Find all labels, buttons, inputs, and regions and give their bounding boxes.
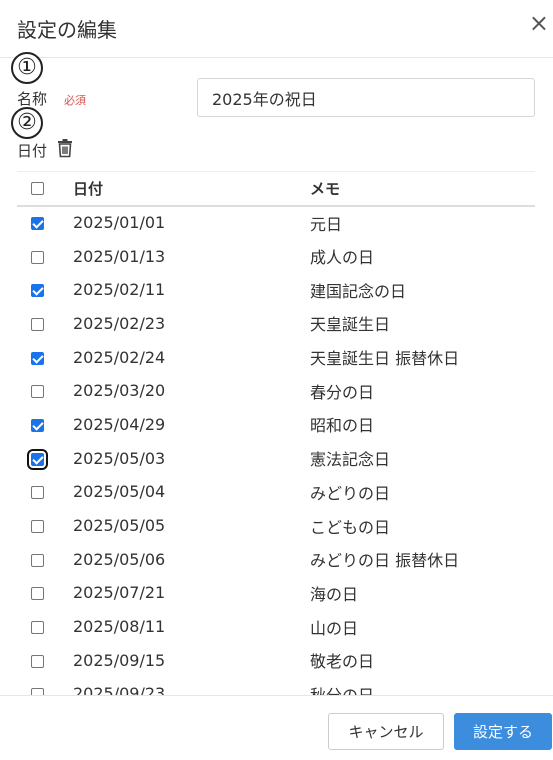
table-row[interactable]: 2025/08/11 山の日: [17, 610, 535, 644]
row-date: 2025/01/13: [73, 246, 166, 266]
row-checkbox[interactable]: [31, 621, 44, 635]
row-date: 2025/05/06: [73, 549, 166, 569]
row-date: 2025/02/24: [73, 347, 166, 367]
row-memo: みどりの日: [310, 483, 391, 503]
column-header-memo: メモ: [310, 179, 341, 198]
table-header-row: 日付 メモ: [17, 171, 535, 206]
required-badge: 必須: [64, 94, 86, 107]
annotation-marker-2: ②: [11, 107, 43, 139]
annotation-marker-1: ①: [11, 52, 43, 84]
select-all-checkbox[interactable]: [31, 182, 44, 196]
row-checkbox[interactable]: [31, 654, 44, 668]
row-checkbox[interactable]: [31, 250, 44, 264]
row-checkbox[interactable]: [31, 418, 44, 432]
row-memo: 昭和の日: [310, 416, 375, 436]
row-memo: 成人の日: [310, 248, 375, 268]
row-checkbox[interactable]: [31, 486, 44, 500]
table-row[interactable]: 2025/05/03 憲法記念日: [17, 441, 535, 475]
dates-table-scroll[interactable]: 日付 メモ 2025/01/01 元日 2025/01/13 成人の日 2025/02/…: [17, 171, 535, 695]
row-date: 2025/07/21: [73, 583, 166, 603]
table-row[interactable]: 2025/01/13 成人の日: [17, 239, 535, 273]
table-row[interactable]: 2025/09/15 敬老の日: [17, 643, 535, 677]
table-row[interactable]: 2025/05/06 みどりの日 振替休日: [17, 542, 535, 576]
table-row[interactable]: 2025/05/04 みどりの日: [17, 475, 535, 509]
column-header-date: 日付: [73, 179, 104, 198]
row-checkbox[interactable]: [31, 317, 44, 331]
row-checkbox[interactable]: [31, 587, 44, 601]
date-section-label: 日付: [17, 142, 48, 160]
row-checkbox[interactable]: [31, 553, 44, 567]
row-memo: 敬老の日: [310, 652, 375, 672]
submit-button[interactable]: 設定する: [454, 713, 552, 750]
row-memo: 建国記念の日: [310, 281, 407, 301]
row-date: 2025/04/29: [73, 414, 166, 434]
row-date: 2025/09/23: [73, 684, 166, 695]
close-icon[interactable]: ×: [529, 11, 549, 35]
cancel-button[interactable]: キャンセル: [328, 713, 444, 750]
table-row[interactable]: 2025/02/24 天皇誕生日 振替休日: [17, 340, 535, 374]
row-date: 2025/05/05: [73, 516, 166, 536]
row-memo: 天皇誕生日: [310, 315, 391, 335]
table-row[interactable]: 2025/05/05 こどもの日: [17, 509, 535, 543]
name-input[interactable]: [197, 78, 535, 117]
dialog-title: 設定の編集: [17, 18, 117, 42]
row-memo: 海の日: [310, 584, 359, 604]
row-checkbox[interactable]: [31, 351, 44, 365]
row-memo: 憲法記念日: [310, 450, 391, 470]
row-checkbox[interactable]: [31, 385, 44, 399]
row-date: 2025/08/11: [73, 617, 166, 637]
table-row[interactable]: 2025/01/01 元日: [17, 206, 535, 240]
row-checkbox[interactable]: [31, 284, 44, 298]
trash-icon[interactable]: [55, 138, 75, 158]
dialog-header: 設定の編集 ×: [0, 0, 553, 58]
row-date: 2025/02/23: [73, 313, 166, 333]
dialog-footer: キャンセル 設定する: [0, 695, 553, 760]
row-date: 2025/09/15: [73, 650, 166, 670]
table-row[interactable]: 2025/04/29 昭和の日: [17, 408, 535, 442]
row-checkbox[interactable]: [31, 217, 44, 231]
row-date: 2025/03/20: [73, 381, 166, 401]
row-memo: みどりの日 振替休日: [310, 551, 460, 571]
table-row[interactable]: 2025/03/20 春分の日: [17, 374, 535, 408]
row-date: 2025/02/11: [73, 280, 166, 300]
row-memo: 天皇誕生日 振替休日: [310, 349, 460, 369]
table-row[interactable]: 2025/09/23 秋分の日: [17, 677, 535, 695]
name-label: 名称: [17, 90, 48, 108]
row-memo: 秋分の日: [310, 677, 535, 695]
row-date: 2025/05/03: [73, 448, 166, 468]
row-date: 2025/05/04: [73, 482, 166, 502]
row-date: 2025/01/01: [73, 213, 166, 233]
table-row[interactable]: 2025/02/23 天皇誕生日: [17, 307, 535, 341]
row-memo: 春分の日: [310, 382, 375, 402]
row-memo: こどもの日: [310, 517, 391, 537]
table-row[interactable]: 2025/02/11 建国記念の日: [17, 273, 535, 307]
table-row[interactable]: 2025/07/21 海の日: [17, 576, 535, 610]
row-memo: 元日: [310, 214, 343, 234]
row-checkbox[interactable]: [27, 448, 48, 470]
row-memo: 山の日: [310, 618, 359, 638]
row-checkbox[interactable]: [31, 520, 44, 534]
dates-table: 日付 メモ 2025/01/01 元日 2025/01/13 成人の日 2025/02/…: [17, 171, 535, 695]
